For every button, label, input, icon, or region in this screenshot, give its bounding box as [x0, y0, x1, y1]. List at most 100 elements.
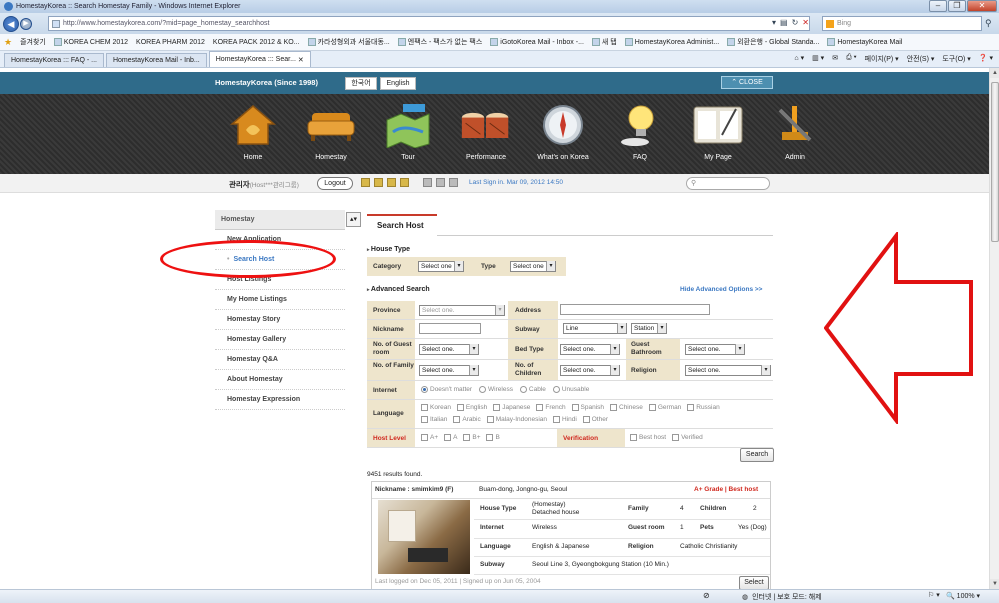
url-input[interactable]: http://www.homestaykorea.com/?mid=page_h…	[48, 16, 810, 31]
verified-checkbox[interactable]: Verified	[672, 434, 703, 441]
menu-whats-on-korea[interactable]: What's on Korea	[528, 102, 598, 161]
zoom-level[interactable]: 🔍 100% ▾	[946, 592, 980, 600]
category-select[interactable]: Select one	[418, 261, 464, 272]
lang-korean-checkbox[interactable]: Korean	[421, 404, 451, 411]
note-icon[interactable]	[374, 178, 383, 187]
favorite-link[interactable]: HomestayKorea Mail	[827, 38, 902, 46]
lang-other-checkbox[interactable]: Other	[582, 416, 608, 423]
menu-my-page[interactable]: My Page	[683, 102, 753, 161]
tab-close-icon[interactable]: ✕	[298, 56, 304, 64]
best-host-checkbox[interactable]: Best host	[630, 434, 666, 441]
site-brand[interactable]: HomestayKorea (Since 1998)	[215, 78, 318, 87]
page-scrollbar[interactable]: ▲ ▼	[989, 68, 999, 589]
religion-select[interactable]: Select one.	[685, 365, 771, 376]
search-input[interactable]: Bing	[822, 16, 982, 31]
favorite-link[interactable]: 카라성형외과 서울대동...	[307, 37, 390, 47]
menu-tour[interactable]: Tour	[373, 102, 443, 161]
bed-type-select[interactable]: Select one.	[560, 344, 620, 355]
family-count-select[interactable]: Select one.	[419, 365, 479, 376]
lang-russian-checkbox[interactable]: Russian	[687, 404, 720, 411]
left-nav-homestay-gallery[interactable]: Homestay Gallery	[215, 330, 345, 350]
browser-tab[interactable]: HomestayKorea Mail - Inb...	[105, 53, 207, 67]
hide-advanced-link[interactable]: Hide Advanced Options >>	[680, 286, 762, 293]
lang-chinese-checkbox[interactable]: Chinese	[610, 404, 643, 411]
lang-spanish-checkbox[interactable]: Spanish	[571, 404, 604, 411]
host-level-a-checkbox[interactable]: A	[444, 434, 457, 441]
forward-button[interactable]: ▶	[20, 17, 32, 30]
internet-option-any[interactable]: Doesn't matter	[421, 386, 472, 393]
folder-icon[interactable]	[387, 178, 396, 187]
help-menu[interactable]: ❓ ▾	[979, 54, 993, 64]
page-icon[interactable]: ▤	[780, 18, 788, 27]
select-button[interactable]: Select	[739, 576, 769, 590]
site-close-button[interactable]: ⌃ CLOSE	[721, 76, 773, 89]
menu-admin[interactable]: Admin	[760, 102, 830, 161]
refresh-icon[interactable]: ↻	[792, 18, 799, 27]
tab-search-host[interactable]: Search Host	[367, 214, 437, 237]
guest-room-count-select[interactable]: Select one.	[419, 344, 479, 355]
print-icon[interactable]: ⎙ ▾	[846, 54, 857, 64]
favorites-star-icon[interactable]: ★	[4, 37, 12, 48]
menu-homestay[interactable]: Homestay	[296, 102, 366, 161]
compat-view-icon[interactable]: ▾	[772, 18, 776, 27]
subway-line-select[interactable]: Line	[563, 323, 627, 334]
protected-mode-icon[interactable]: ⚐ ▾	[928, 591, 940, 599]
host-level-b-checkbox[interactable]: B	[486, 434, 500, 441]
menu-faq[interactable]: FAQ	[605, 102, 675, 161]
left-nav-about-homestay[interactable]: About Homestay	[215, 370, 345, 390]
favorite-link[interactable]: HomestayKorea Administ...	[624, 38, 719, 46]
favorite-link[interactable]: KOREA CHEM 2012	[53, 38, 128, 46]
address-input[interactable]	[560, 304, 710, 315]
minimize-button[interactable]: –	[929, 0, 947, 12]
menu-home[interactable]: Home	[218, 102, 288, 161]
lang-malay-checkbox[interactable]: Malay-Indonesian	[486, 416, 547, 423]
message-icon[interactable]	[361, 178, 370, 187]
site-search-input[interactable]: ⚲	[686, 177, 770, 190]
maximize-button[interactable]: ❐	[948, 0, 966, 12]
subway-station-select[interactable]: Station	[631, 323, 667, 334]
lang-english-button[interactable]: English	[380, 77, 416, 90]
user-icon[interactable]	[436, 178, 445, 187]
guest-bathroom-select[interactable]: Select one.	[685, 344, 745, 355]
collapse-nav-button[interactable]: ▴▾	[346, 212, 361, 227]
favorite-link[interactable]: 새 탭	[591, 37, 617, 47]
favorite-link[interactable]: 외환은행 - Global Standa...	[727, 37, 819, 47]
lang-arabic-checkbox[interactable]: Arabic	[453, 416, 481, 423]
left-nav-homestay-story[interactable]: Homestay Story	[215, 310, 345, 330]
lang-french-checkbox[interactable]: French	[536, 404, 566, 411]
chart-icon[interactable]	[449, 178, 458, 187]
result-nickname[interactable]: Nickname : smimkim9 (F)	[375, 486, 453, 494]
left-nav-homestay-expression[interactable]: Homestay Expression	[215, 390, 345, 410]
tools-menu[interactable]: 도구(O) ▾	[942, 54, 970, 64]
left-nav-my-home-listings[interactable]: My Home Listings	[215, 290, 345, 310]
browser-tab-active[interactable]: HomestayKorea ::: Sear... ✕	[208, 51, 311, 67]
lang-japanese-checkbox[interactable]: Japanese	[493, 404, 530, 411]
settings-icon[interactable]	[423, 178, 432, 187]
children-count-select[interactable]: Select one.	[560, 365, 620, 376]
lang-korean-button[interactable]: 한국어	[345, 77, 377, 90]
internet-option-cable[interactable]: Cable	[519, 386, 546, 393]
host-level-bplus-checkbox[interactable]: B+	[463, 434, 481, 441]
lang-hindi-checkbox[interactable]: Hindi	[552, 416, 577, 423]
stop-icon[interactable]: ✕	[802, 18, 809, 27]
scroll-down-icon[interactable]: ▼	[990, 579, 999, 589]
logout-button[interactable]: Logout	[317, 177, 353, 190]
mail-icon[interactable]: ✉	[832, 54, 838, 64]
browser-tab[interactable]: HomestayKorea ::: FAQ - ...	[4, 53, 104, 67]
scroll-up-icon[interactable]: ▲	[990, 68, 999, 78]
favorite-link[interactable]: KOREA PHARM 2012	[136, 39, 205, 46]
internet-option-unusable[interactable]: Unusable	[552, 386, 589, 393]
lang-english-checkbox[interactable]: English	[456, 404, 487, 411]
close-window-button[interactable]: ✕	[967, 0, 997, 12]
lang-italian-checkbox[interactable]: Italian	[421, 416, 447, 423]
menu-performance[interactable]: Performance	[451, 102, 521, 161]
scroll-thumb[interactable]	[991, 82, 999, 242]
favorites-label[interactable]: 즐겨찾기	[20, 37, 46, 47]
back-button[interactable]: ◀	[3, 15, 19, 32]
host-level-aplus-checkbox[interactable]: A+	[421, 434, 438, 441]
page-menu[interactable]: 페이지(P) ▾	[865, 54, 899, 64]
internet-option-wireless[interactable]: Wireless	[479, 386, 513, 393]
search-button[interactable]: Search	[740, 448, 774, 462]
province-select[interactable]: Select one.	[419, 305, 505, 316]
favorite-link[interactable]: KOREA PACK 2012 & KO...	[213, 39, 300, 46]
